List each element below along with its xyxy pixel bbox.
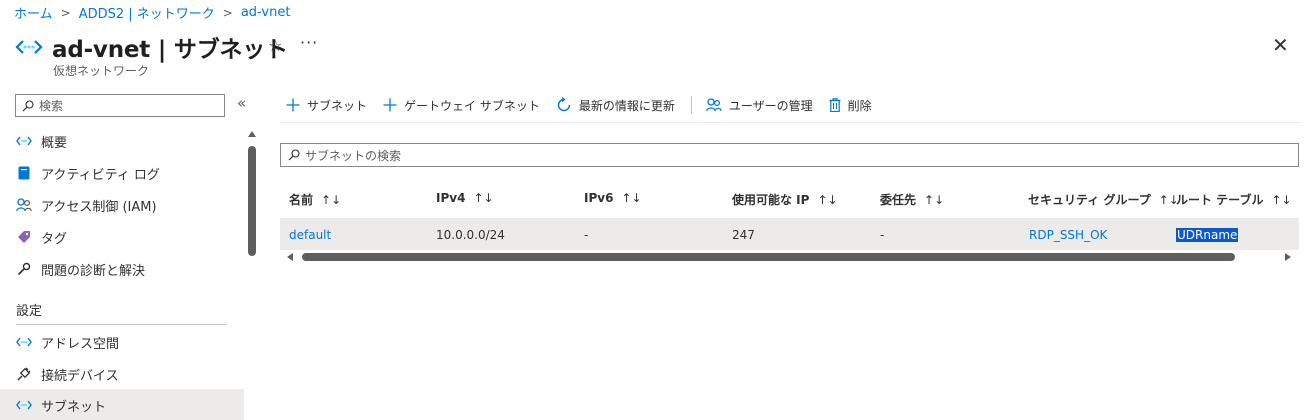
refresh-label: 最新の情報に更新 [578, 98, 675, 113]
sidebar-item-label: アドレス空間 [41, 336, 120, 352]
sidebar-item-label: アクティビティ ログ [41, 167, 160, 183]
section-label-settings: 設定 [16, 304, 43, 319]
sidebar-item-access-control[interactable]: アクセス制御 (IAM) [0, 189, 244, 221]
star-icon[interactable]: ☆ [268, 36, 282, 55]
refresh-button[interactable]: 最新の情報に更新 [556, 97, 675, 114]
breadcrumb-adds2-network[interactable]: ADDS2 | ネットワーク [79, 3, 215, 22]
sidebar-item-label: サブネット [41, 399, 107, 415]
column-header-label: 名前 [289, 193, 314, 207]
column-header-label: セキュリティ グループ [1028, 193, 1151, 207]
cell-delegated: - [880, 228, 885, 242]
more-options-button[interactable]: ··· [300, 33, 318, 52]
column-header-label: ルート テーブル [1176, 193, 1264, 207]
delete-label: 削除 [847, 98, 872, 113]
delete-button[interactable]: 削除 [829, 97, 872, 114]
sidebar-search-input[interactable]: 検索 [15, 94, 225, 117]
column-header-available-ip[interactable]: 使用可能な IP ↑↓ [732, 191, 838, 208]
column-header-label: IPv4 [436, 191, 466, 205]
route-table-link[interactable]: UDRname [1176, 228, 1239, 242]
sort-icon[interactable]: ↑↓ [621, 191, 641, 205]
subnet-search-placeholder: サブネットの検索 [305, 148, 402, 163]
sidebar-item-tags[interactable]: タグ [0, 221, 244, 253]
sidebar-item-diagnose[interactable]: 問題の診断と解決 [0, 253, 244, 285]
column-header-label: 使用可能な IP [732, 193, 810, 207]
sort-icon[interactable]: ↑↓ [321, 193, 341, 207]
scroll-right-arrow-icon[interactable] [1285, 253, 1291, 261]
close-button[interactable]: ✕ [1272, 33, 1289, 57]
column-header-label: 委任先 [880, 193, 917, 207]
plus-icon [286, 98, 300, 112]
command-bar: サブネット ゲートウェイ サブネット 最新の情報に更新 ユーザーの管理 削除 [286, 94, 888, 116]
subnet-search-input[interactable]: サブネットの検索 [280, 143, 1299, 167]
vnet-icon [16, 133, 32, 149]
breadcrumb-ad-vnet[interactable]: ad-vnet [241, 5, 291, 20]
people-icon [16, 197, 32, 213]
scroll-left-arrow-icon[interactable] [287, 253, 293, 261]
refresh-icon [556, 97, 572, 113]
log-icon [16, 165, 32, 181]
collapse-sidebar-button[interactable]: « [237, 94, 246, 112]
plug-icon [16, 366, 32, 382]
breadcrumb-separator: > [60, 5, 71, 20]
manage-users-button[interactable]: ユーザーの管理 [706, 97, 813, 114]
sidebar-search-placeholder: 検索 [39, 99, 64, 113]
column-header-ipv4[interactable]: IPv4 ↑↓ [436, 191, 494, 205]
column-header-delegated[interactable]: 委任先 ↑↓ [880, 191, 944, 208]
sidebar-scrollbar-thumb[interactable] [248, 146, 256, 256]
column-header-route-table[interactable]: ルート テーブル ↑↓ [1176, 191, 1292, 208]
sidebar-item-subnets[interactable]: サブネット [0, 389, 244, 420]
page-title: ad-vnet | サブネット [52, 37, 288, 63]
sort-icon[interactable]: ↑↓ [817, 193, 837, 207]
subnet-name-link[interactable]: default [289, 228, 331, 242]
tag-icon [16, 229, 32, 245]
toolbar-divider-line [280, 122, 1300, 123]
sidebar-item-overview[interactable]: 概要 [0, 125, 244, 157]
people-icon [706, 98, 722, 112]
sidebar-item-label: 概要 [41, 135, 68, 151]
table-row[interactable] [280, 218, 1299, 250]
sort-icon[interactable]: ↑↓ [473, 191, 493, 205]
search-icon [22, 99, 34, 111]
title-row: ad-vnet | サブネット [14, 30, 288, 64]
breadcrumb-home[interactable]: ホーム [14, 3, 53, 22]
cell-ipv4: 10.0.0.0/24 [436, 228, 505, 242]
column-header-ipv6[interactable]: IPv6 ↑↓ [584, 191, 642, 205]
column-header-name[interactable]: 名前 ↑↓ [289, 191, 341, 208]
column-header-security-group[interactable]: セキュリティ グループ ↑↓ [1028, 191, 1179, 208]
section-divider [16, 324, 226, 325]
manage-users-label: ユーザーの管理 [728, 98, 813, 113]
trash-icon [829, 98, 841, 112]
sidebar-item-label: タグ [41, 231, 68, 247]
sidebar-item-label: アクセス制御 (IAM) [41, 199, 157, 215]
breadcrumb-separator: > [222, 5, 233, 20]
search-icon [288, 149, 300, 161]
cell-available-ip: 247 [732, 228, 755, 242]
sidebar-item-label: 問題の診断と解決 [41, 263, 146, 279]
sort-icon[interactable]: ↑↓ [924, 193, 944, 207]
security-group-link[interactable]: RDP_SSH_OK [1029, 228, 1107, 242]
cell-ipv6: - [584, 228, 589, 242]
add-subnet-label: サブネット [307, 98, 368, 113]
plus-icon [383, 98, 397, 112]
table-horizontal-scrollbar[interactable] [302, 253, 1235, 261]
add-subnet-button[interactable]: サブネット [286, 97, 367, 114]
breadcrumb: ホーム > ADDS2 | ネットワーク > ad-vnet [14, 3, 290, 22]
vnet-icon [15, 40, 43, 54]
sidebar-item-address-space[interactable]: アドレス空間 [0, 326, 244, 358]
add-gateway-subnet-button[interactable]: ゲートウェイ サブネット [383, 97, 540, 114]
wrench-icon [16, 261, 32, 277]
column-header-label: IPv6 [584, 191, 614, 205]
scroll-up-arrow-icon[interactable] [248, 131, 256, 137]
vnet-icon [16, 334, 32, 350]
sort-icon[interactable]: ↑↓ [1271, 193, 1291, 207]
sidebar: 検索 « 概要 アクティビティ ログ アクセス制御 (IAM) タグ 問題の診断… [0, 88, 260, 420]
sidebar-item-connected-devices[interactable]: 接続デバイス [0, 358, 244, 390]
toolbar-divider [690, 96, 692, 114]
add-gateway-subnet-label: ゲートウェイ サブネット [404, 98, 540, 113]
page-subtitle: 仮想ネットワーク [53, 64, 150, 78]
vnet-icon [16, 397, 32, 413]
sidebar-item-activity-log[interactable]: アクティビティ ログ [0, 157, 244, 189]
sidebar-item-label: 接続デバイス [41, 368, 119, 384]
